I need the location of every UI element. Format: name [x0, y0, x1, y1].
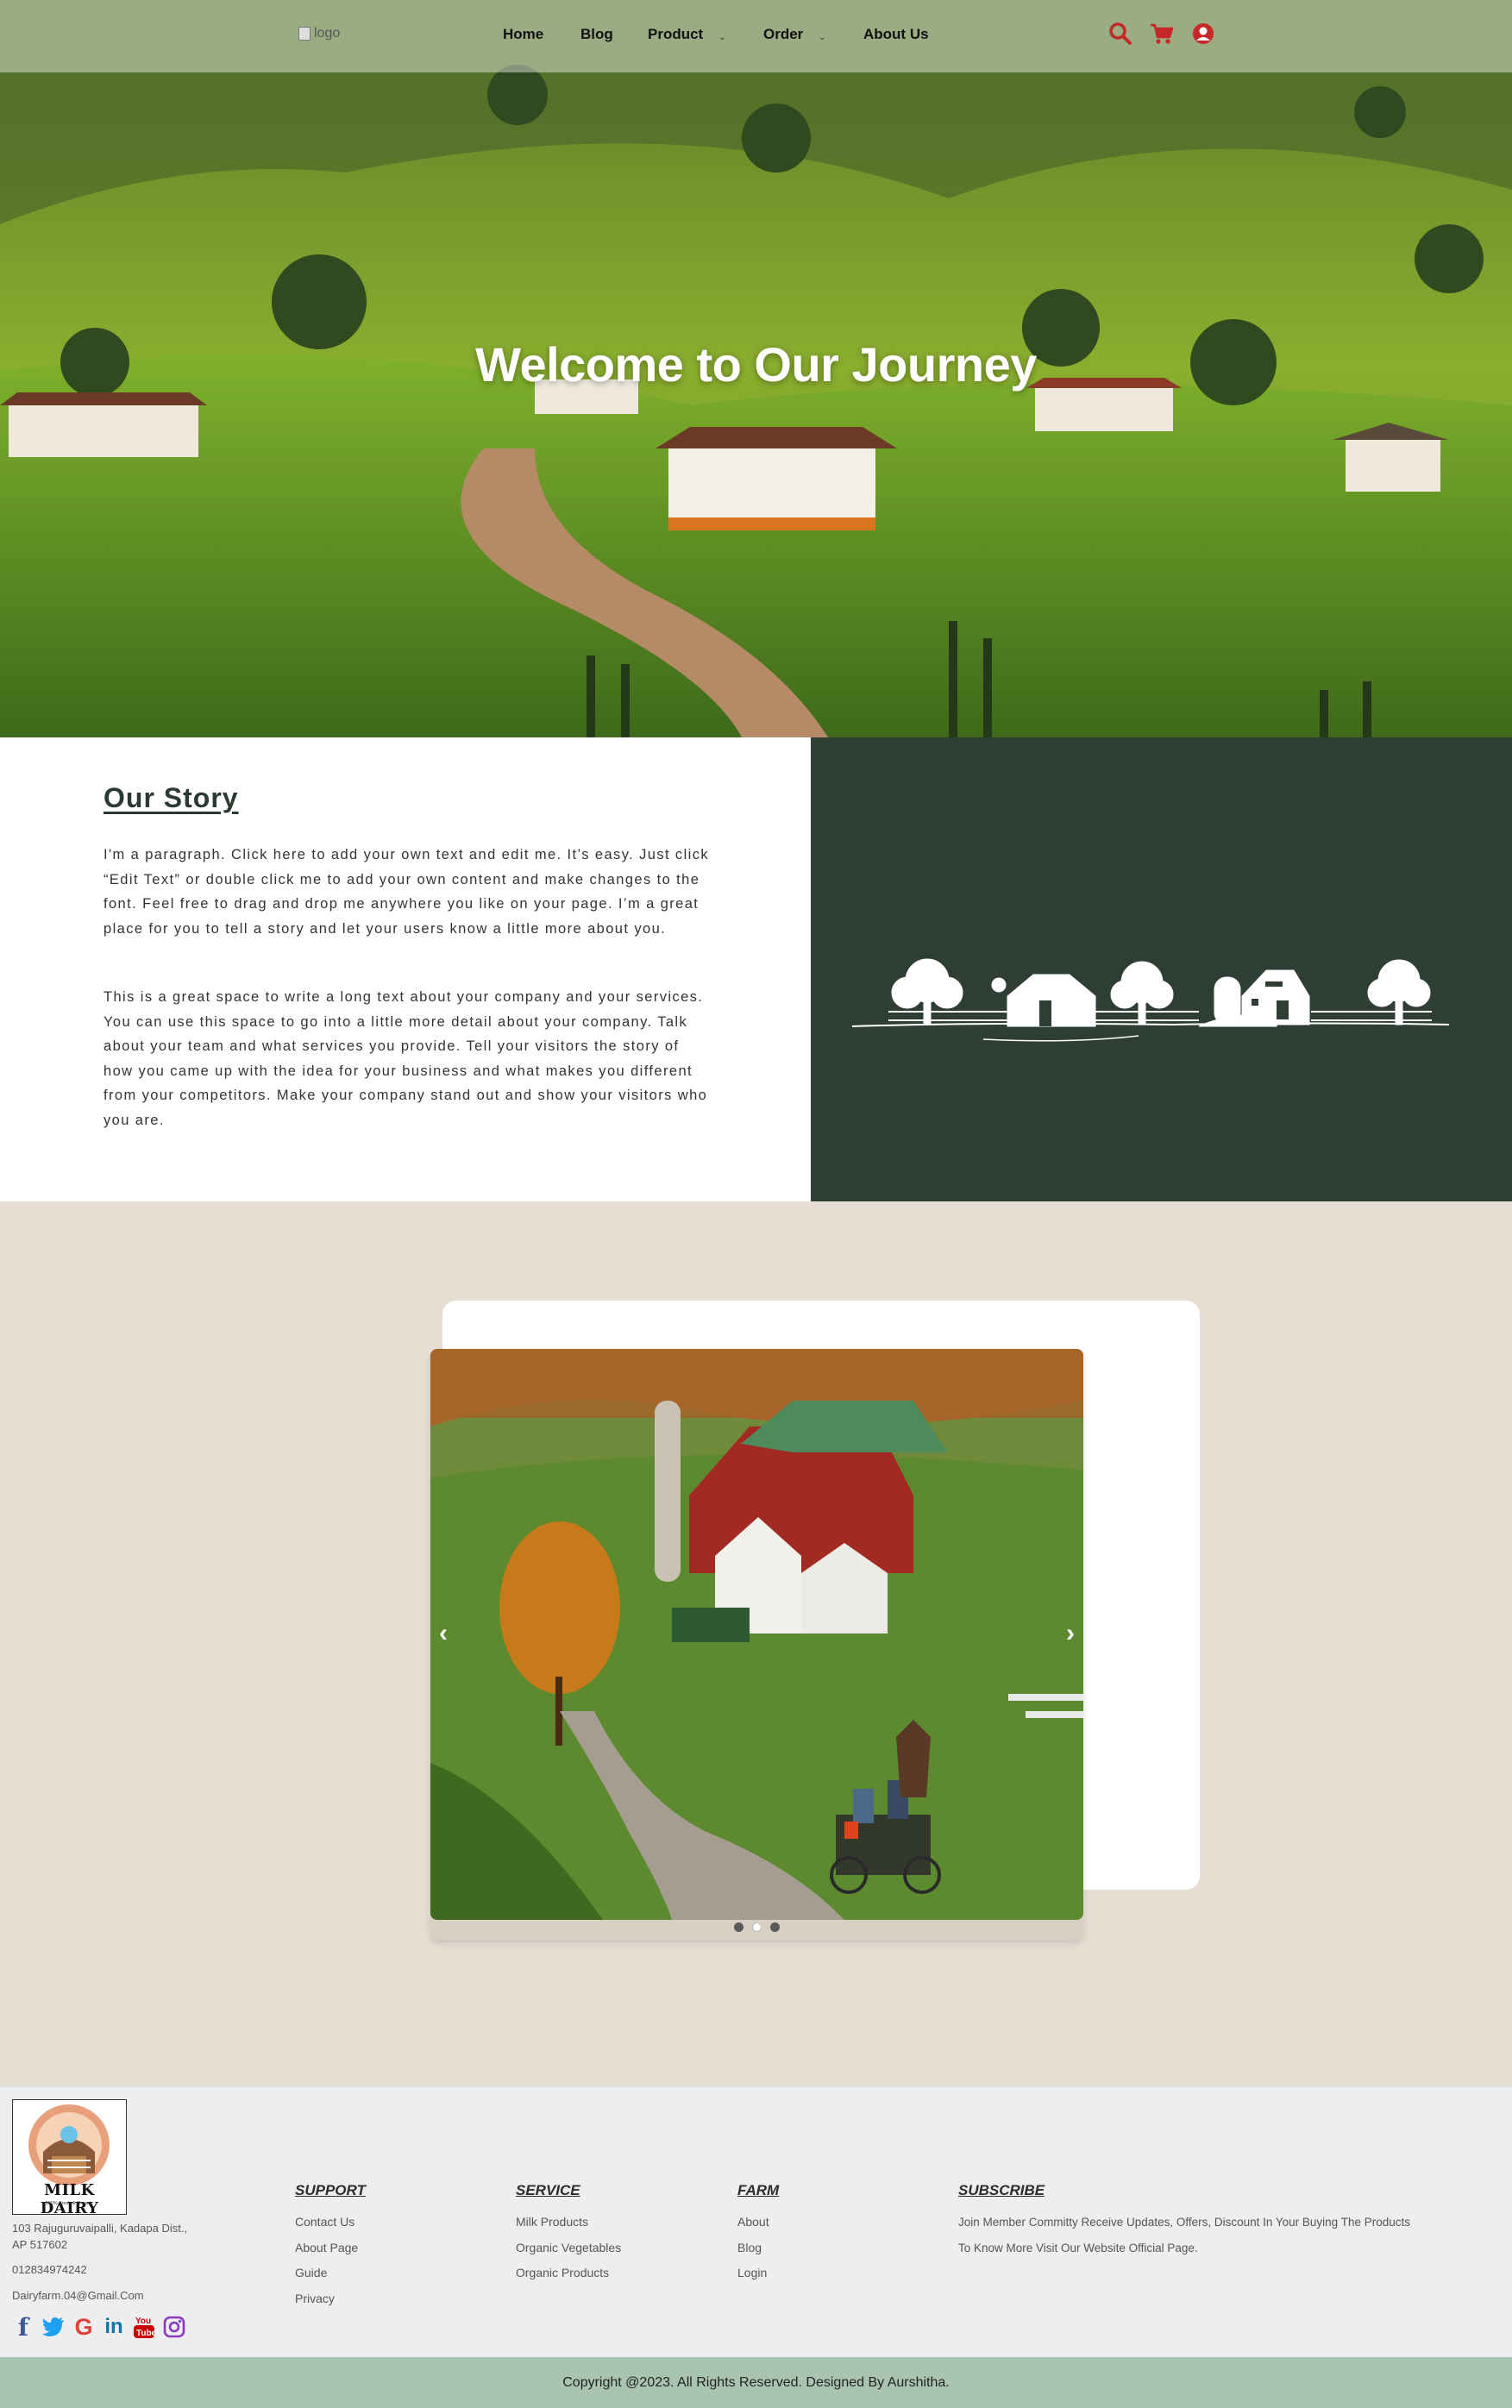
story-text-panel: Our Story I'm a paragraph. Click here to…: [0, 737, 811, 1201]
nav-item-label: Order: [763, 26, 804, 42]
footer-link-guide[interactable]: Guide: [295, 2261, 366, 2286]
subscribe-text-line-2: To Know More Visit Our Website Official …: [958, 2241, 1198, 2254]
slider-dot[interactable]: [770, 1922, 780, 1932]
story-paragraph-1: I'm a paragraph. Click here to add your …: [104, 847, 710, 937]
footer-address: 103 Rajuguruvaipalli, Kadapa Dist., AP 5…: [12, 2220, 187, 2253]
nav-item-label: About Us: [863, 26, 929, 42]
footer-link-milk-products[interactable]: Milk Products: [516, 2210, 621, 2236]
footer-link-about-page[interactable]: About Page: [295, 2236, 366, 2261]
footer-link-about[interactable]: About: [737, 2210, 779, 2236]
svg-text:Tube: Tube: [136, 2329, 155, 2338]
top-navbar: logo Home Blog Product ⌄ Order ⌄ About U…: [0, 0, 1512, 72]
farm-scene-image: [430, 1349, 1083, 1920]
facebook-icon[interactable]: f: [12, 2313, 35, 2342]
gallery-section: ‹ ›: [0, 1201, 1512, 2085]
logo-tagline: 100% Fresh & Organic: [45, 2201, 94, 2206]
slider-pagination: [430, 1922, 1083, 1932]
footer-link-organic-vegetables[interactable]: Organic Vegetables: [516, 2236, 621, 2261]
logo-title: MILK DAIRY: [40, 2181, 99, 2215]
twitter-icon[interactable]: [42, 2315, 65, 2339]
footer-column-service: SERVICE Milk Products Organic Vegetables…: [516, 2182, 621, 2286]
site-logo[interactable]: logo: [298, 26, 340, 41]
slider-dot-active[interactable]: [752, 1922, 762, 1932]
footer-link-organic-products[interactable]: Organic Products: [516, 2261, 621, 2286]
nav-item-product[interactable]: Product ⌄: [648, 26, 726, 43]
nav-item-home[interactable]: Home: [503, 26, 543, 43]
google-icon[interactable]: G: [72, 2314, 95, 2340]
milk-dairy-logo[interactable]: MILK DAIRY 100% Fresh & Organic: [12, 2099, 127, 2215]
address-line-1: 103 Rajuguruvaipalli, Kadapa Dist.,: [12, 2222, 188, 2235]
slider-next-button[interactable]: ›: [1057, 1608, 1083, 1659]
address-line-2: AP 517602: [12, 2238, 68, 2251]
our-story-section: Our Story I'm a paragraph. Click here to…: [0, 737, 1512, 1201]
nav-item-label: Blog: [580, 26, 613, 42]
cart-icon[interactable]: [1149, 21, 1175, 47]
nav-item-blog[interactable]: Blog: [580, 26, 613, 43]
slider-prev-button[interactable]: ‹: [430, 1608, 456, 1659]
subscribe-text-line-1: Join Member Committy Receive Updates, Of…: [958, 2216, 1410, 2229]
chevron-down-icon: ⌄: [819, 32, 826, 42]
story-title: Our Story: [104, 782, 239, 813]
image-slider[interactable]: ‹ ›: [430, 1349, 1083, 1940]
footer-column-subscribe: SUBSCRIBE Join Member Committy Receive U…: [958, 2182, 1510, 2261]
footer-column-farm: FARM About Blog Login: [737, 2182, 779, 2286]
linkedin-icon[interactable]: in: [103, 2315, 125, 2339]
user-icon[interactable]: [1190, 21, 1216, 47]
footer-heading-service: SERVICE: [516, 2182, 580, 2198]
story-illustration-panel: [811, 737, 1512, 1201]
footer-link-login[interactable]: Login: [737, 2261, 779, 2286]
nav-item-label: Product: [648, 26, 704, 42]
slider-dot[interactable]: [734, 1922, 743, 1932]
copyright-text: Copyright @2023. All Rights Reserved. De…: [562, 2374, 950, 2390]
footer-link-privacy[interactable]: Privacy: [295, 2286, 366, 2312]
hero-section: logo Home Blog Product ⌄ Order ⌄ About U…: [0, 0, 1512, 737]
footer-heading-subscribe: SUBSCRIBE: [958, 2182, 1045, 2198]
footer-heading-support: SUPPORT: [295, 2182, 366, 2198]
footer-link-blog[interactable]: Blog: [737, 2236, 779, 2261]
nav-item-about-us[interactable]: About Us: [863, 26, 929, 43]
footer-phone[interactable]: 012834974242: [12, 2261, 87, 2278]
chevron-down-icon: ⌄: [718, 32, 726, 42]
copyright-bar: Copyright @2023. All Rights Reserved. De…: [0, 2357, 1512, 2408]
nav-item-order[interactable]: Order ⌄: [763, 26, 826, 43]
social-icons: f G in You Tube: [12, 2313, 185, 2342]
farm-illustration: [851, 958, 1450, 1042]
story-paragraph-2: This is a great space to write a long te…: [104, 989, 708, 1128]
broken-image-icon: [298, 27, 311, 41]
logo-alt-text: logo: [314, 26, 341, 41]
youtube-icon[interactable]: You Tube: [133, 2315, 155, 2339]
search-icon[interactable]: [1107, 21, 1133, 47]
nav-item-label: Home: [503, 26, 544, 42]
footer-link-contact-us[interactable]: Contact Us: [295, 2210, 366, 2236]
footer-heading-farm: FARM: [737, 2182, 780, 2198]
site-footer: MILK DAIRY 100% Fresh & Organic 103 Raju…: [0, 2085, 1512, 2357]
hero-title: Welcome to Our Journey: [475, 337, 1037, 392]
instagram-icon[interactable]: [163, 2315, 185, 2339]
footer-email[interactable]: Dairyfarm.04@Gmail.Com: [12, 2287, 144, 2304]
slider-image-farm: [430, 1349, 1083, 1920]
footer-column-support: SUPPORT Contact Us About Page Guide Priv…: [295, 2182, 366, 2311]
svg-text:You: You: [135, 2317, 151, 2326]
